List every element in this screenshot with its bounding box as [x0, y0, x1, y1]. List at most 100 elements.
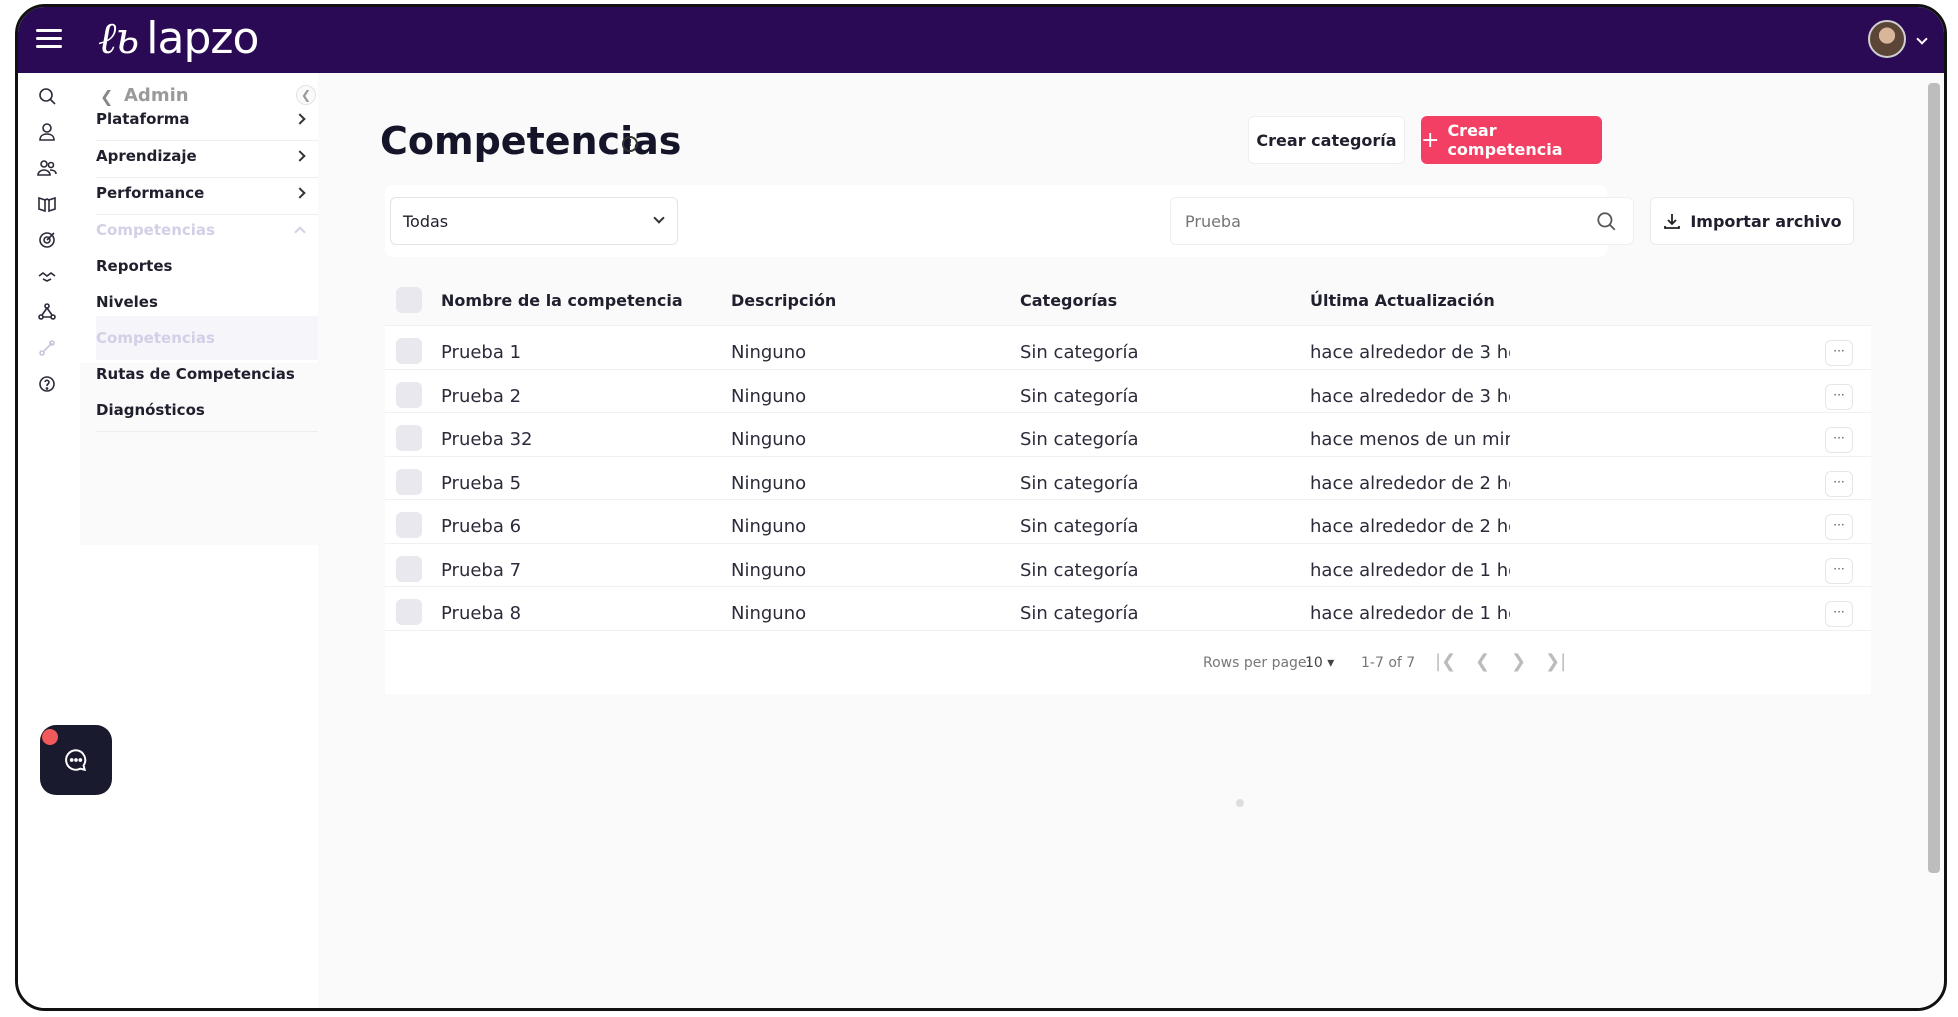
- category-select[interactable]: Todas: [390, 197, 678, 245]
- brand-logo[interactable]: ℓь lapzo: [98, 13, 259, 64]
- row-more-button[interactable]: ···: [1825, 601, 1853, 627]
- chevron-down-icon: [653, 212, 665, 224]
- last-page-icon[interactable]: ❯|: [1545, 651, 1566, 672]
- cell-category: Sin categoría: [1020, 560, 1139, 581]
- cell-updated: hace alrededor de 1 hor...: [1310, 603, 1510, 624]
- sidebar-item-label: Competencias: [96, 221, 215, 239]
- cell-updated: hace menos de un min...: [1310, 429, 1510, 450]
- cell-description: Ninguno: [731, 473, 807, 494]
- network-icon[interactable]: [36, 301, 58, 323]
- cell-updated: hace alrededor de 2 ho...: [1310, 473, 1510, 494]
- cell-category: Sin categoría: [1020, 429, 1139, 450]
- row-checkbox[interactable]: [396, 338, 422, 364]
- row-checkbox[interactable]: [396, 469, 422, 495]
- cell-updated: hace alrededor de 2 ho...: [1310, 516, 1510, 537]
- submenu-label: Niveles: [96, 293, 158, 311]
- scrollbar[interactable]: [1928, 83, 1940, 873]
- row-more-button[interactable]: ···: [1825, 384, 1853, 410]
- cell-category: Sin categoría: [1020, 516, 1139, 537]
- submenu-label: Reportes: [96, 257, 173, 275]
- row-checkbox[interactable]: [396, 382, 422, 408]
- column-header-updated[interactable]: Última Actualización: [1310, 291, 1495, 310]
- book-icon[interactable]: [36, 193, 58, 215]
- select-all-checkbox[interactable]: [396, 287, 422, 313]
- row-checkbox[interactable]: [396, 512, 422, 538]
- cell-updated: hace alrededor de 3 ho...: [1310, 386, 1510, 407]
- next-page-icon[interactable]: ❯: [1511, 651, 1526, 672]
- create-category-button[interactable]: Crear categoría: [1248, 116, 1405, 164]
- cell-name: Prueba 5: [441, 473, 522, 494]
- chevron-right-icon: [294, 186, 306, 199]
- first-page-icon[interactable]: |❮: [1435, 651, 1456, 672]
- cell-name: Prueba 2: [441, 386, 522, 407]
- cell-description: Ninguno: [731, 342, 807, 363]
- chevron-up-icon: [294, 226, 306, 238]
- row-more-button[interactable]: ···: [1825, 427, 1853, 453]
- row-checkbox[interactable]: [396, 556, 422, 582]
- competencias-icon[interactable]: [36, 337, 58, 359]
- row-more-button[interactable]: ···: [1825, 558, 1853, 584]
- cell-name: Prueba 6: [441, 516, 522, 537]
- row-more-button[interactable]: ···: [1825, 471, 1853, 497]
- sidebar-item-label: Aprendizaje: [96, 146, 197, 165]
- table-pagination: Rows per page: 10 ▾ 1-7 of 7 |❮ ❮ ❯ ❯|: [385, 630, 1871, 694]
- avatar[interactable]: [1868, 20, 1906, 58]
- cell-category: Sin categoría: [1020, 342, 1139, 363]
- cell-category: Sin categoría: [1020, 473, 1139, 494]
- search-icon[interactable]: [36, 85, 58, 107]
- icon-rail: [18, 73, 80, 1008]
- cell-description: Ninguno: [731, 429, 807, 450]
- cell-description: Ninguno: [731, 603, 807, 624]
- info-icon[interactable]: !: [622, 136, 638, 152]
- column-header-name[interactable]: Nombre de la competencia: [441, 291, 683, 310]
- plus-icon: +: [1421, 127, 1440, 153]
- row-more-button[interactable]: ···: [1825, 514, 1853, 540]
- submenu-item-diagnosticos[interactable]: Diagnósticos: [96, 388, 318, 432]
- search-input[interactable]: [1171, 198, 1571, 244]
- sidebar-item-label: Performance: [96, 183, 205, 202]
- submenu-label: Rutas de Competencias: [96, 365, 295, 383]
- cell-updated: hace alrededor de 3 ho...: [1310, 342, 1510, 363]
- user-icon[interactable]: [36, 121, 58, 143]
- sidebar-item-label: Plataforma: [96, 109, 190, 128]
- caret-down-icon: ▾: [1327, 655, 1335, 671]
- submenu-label: Competencias: [96, 329, 215, 347]
- download-icon: [1664, 214, 1681, 229]
- help-icon[interactable]: [36, 373, 58, 395]
- rows-per-page-value: 10: [1305, 655, 1323, 671]
- prev-page-icon[interactable]: ❮: [1475, 651, 1490, 672]
- users-icon[interactable]: [36, 157, 58, 179]
- handshake-icon[interactable]: [36, 265, 58, 287]
- search-field[interactable]: [1170, 197, 1634, 245]
- import-label: Importar archivo: [1690, 211, 1842, 231]
- chat-button[interactable]: [40, 725, 112, 795]
- create-competence-button[interactable]: + Crear competencia: [1421, 116, 1602, 164]
- cell-category: Sin categoría: [1020, 603, 1139, 624]
- top-bar: ℓь lapzo: [18, 7, 1944, 73]
- cell-updated: hace alrededor de 1 hor...: [1310, 560, 1510, 581]
- row-more-button[interactable]: ···: [1825, 340, 1853, 366]
- loading-dot: [1236, 799, 1244, 807]
- select-value: Todas: [403, 211, 449, 231]
- app-window: ℓь lapzo ❮ Admin ❮ Plataforma Aprendizaje…: [15, 4, 1947, 1011]
- chat-icon: [65, 749, 87, 772]
- cell-name: Prueba 1: [441, 342, 522, 363]
- cell-name: Prueba 8: [441, 603, 522, 624]
- menu-icon[interactable]: [36, 29, 62, 49]
- chevron-right-icon: [294, 149, 306, 162]
- chevron-right-icon: [294, 112, 306, 125]
- column-header-description[interactable]: Descripción: [731, 291, 836, 310]
- column-header-categories[interactable]: Categorías: [1020, 291, 1117, 310]
- rows-per-page-select[interactable]: 10 ▾: [1305, 655, 1334, 671]
- target-icon[interactable]: [36, 229, 58, 251]
- sidebar: ❮ Admin ❮ Plataforma Aprendizaje Perform…: [80, 73, 318, 1008]
- row-checkbox[interactable]: [396, 599, 422, 625]
- chevron-down-icon[interactable]: [1916, 33, 1928, 45]
- table-header: Nombre de la competencia Descripción Cat…: [385, 273, 1871, 327]
- search-icon[interactable]: [1595, 210, 1617, 232]
- cell-description: Ninguno: [731, 516, 807, 537]
- row-checkbox[interactable]: [396, 425, 422, 451]
- import-file-button[interactable]: Importar archivo: [1650, 197, 1854, 245]
- cell-name: Prueba 32: [441, 429, 533, 450]
- submenu-label: Diagnósticos: [96, 400, 205, 419]
